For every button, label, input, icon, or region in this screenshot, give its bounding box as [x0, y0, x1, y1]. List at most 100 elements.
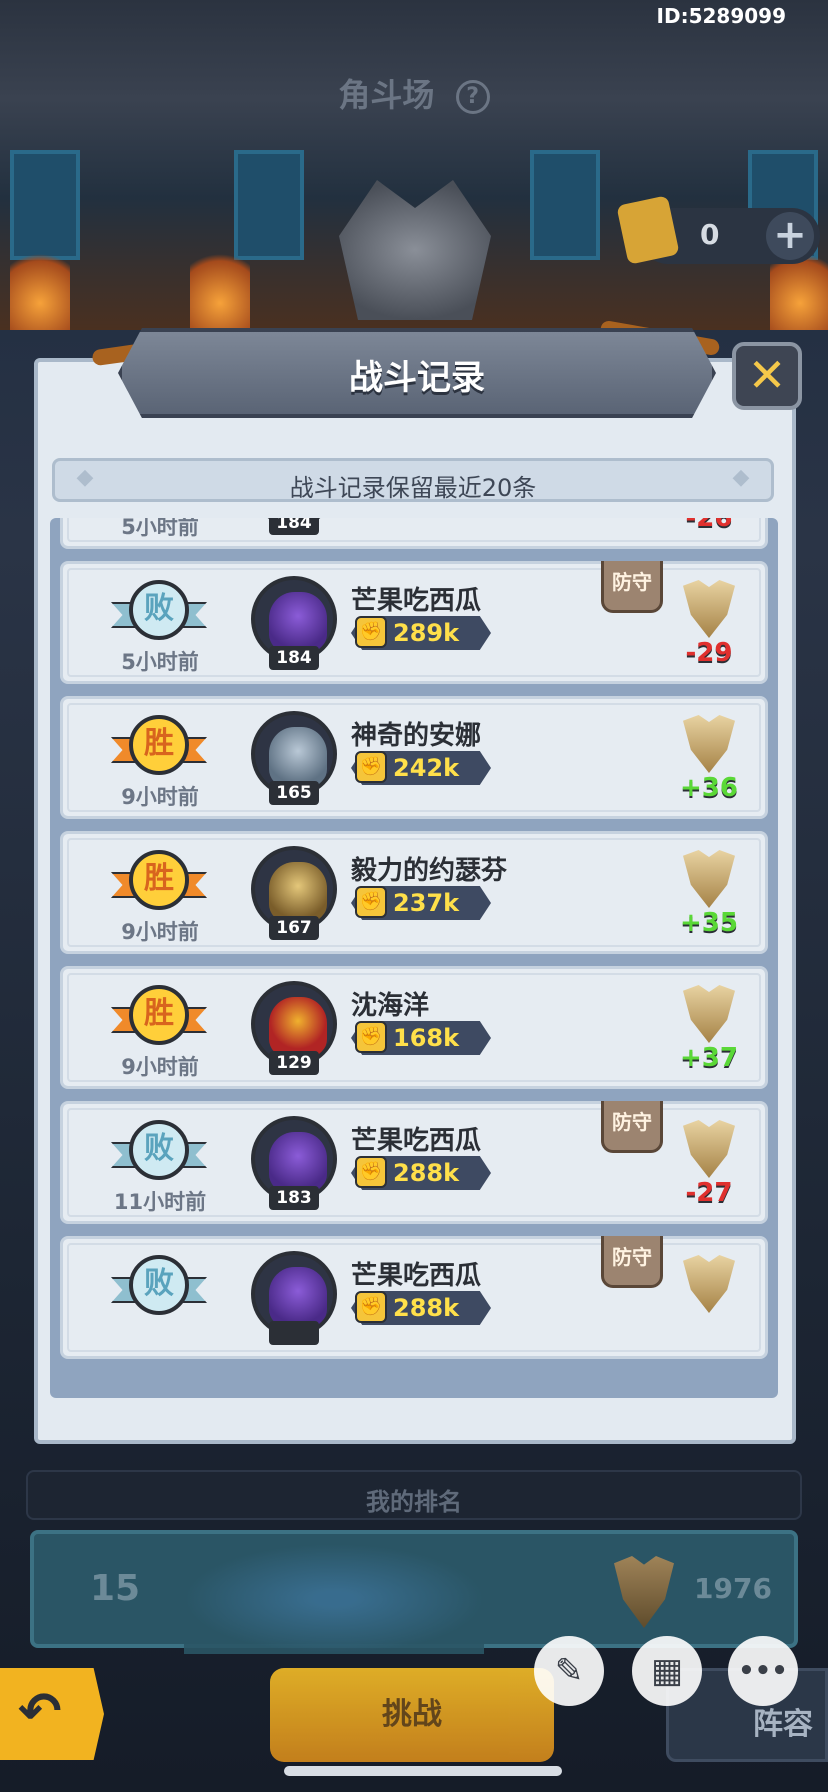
result-win-badge-icon: 胜 — [111, 985, 207, 1051]
opponent-level: 183 — [269, 1186, 319, 1210]
opponent-name: 芒果吃西瓜 — [351, 1126, 482, 1156]
opponent-power: 288k — [393, 1294, 460, 1322]
score-change: +36 — [680, 773, 738, 803]
help-icon[interactable]: ? — [455, 80, 490, 114]
hero-portrait-icon — [269, 1132, 327, 1192]
opponent-name: 神奇的安娜 — [351, 721, 482, 751]
trophy-icon — [614, 1556, 674, 1628]
my-rank-card: 15 1976 — [30, 1530, 798, 1654]
opponent-name: 芒果吃西瓜 — [351, 586, 482, 616]
home-indicator[interactable] — [284, 1766, 562, 1776]
result-label: 胜 — [129, 850, 189, 910]
result-win-badge-icon: 胜 — [111, 850, 207, 916]
my-rank-label: 我的排名 — [366, 1488, 462, 1516]
back-arrow-icon: ↶ — [18, 1682, 62, 1742]
my-rank-score: 1976 — [694, 1572, 772, 1605]
my-avatar-obscured — [184, 1544, 484, 1654]
edit-pencil-icon[interactable]: ✎ — [534, 1636, 604, 1706]
challenge-label: 挑战 — [382, 1697, 442, 1732]
battle-record-list-inner: 败5小时前184芒果吃西瓜✊289k-26败5小时前184芒果吃西瓜✊289k防… — [50, 518, 778, 1371]
score-change: -29 — [685, 638, 733, 668]
close-icon: ✕ — [747, 348, 787, 402]
fist-power-icon: ✊ — [355, 616, 387, 648]
arena-title: 角斗场 ? — [0, 70, 828, 116]
battle-time: 9小时前 — [121, 1055, 199, 1079]
defense-tag: 防守 — [601, 1101, 663, 1153]
opponent-level: 184 — [269, 518, 319, 535]
opponent-level: 167 — [269, 916, 319, 940]
grid-apps-icon[interactable]: ▦ — [632, 1636, 702, 1706]
back-button[interactable]: ↶ — [0, 1668, 104, 1760]
score-change: -26 — [685, 518, 733, 533]
fist-power-icon: ✊ — [355, 1156, 387, 1188]
fist-power-icon: ✊ — [355, 1291, 387, 1323]
result-label: 败 — [129, 1120, 189, 1180]
player-id: ID:5289099 — [656, 4, 786, 28]
opponent-power: 242k — [393, 754, 460, 782]
opponent-level: 129 — [269, 1051, 319, 1075]
add-ticket-button[interactable]: + — [766, 212, 814, 260]
trophy-icon — [683, 1255, 735, 1313]
battle-record-row[interactable]: 胜 9小时前 165 神奇的安娜 ✊ 242k +36 — [60, 696, 768, 819]
record-retention-note: 战斗记录保留最近20条 — [289, 474, 537, 502]
result-label: 败 — [129, 580, 189, 640]
opponent-level — [269, 1321, 319, 1345]
fist-power-icon: ✊ — [355, 1021, 387, 1053]
fist-power-icon: ✊ — [355, 751, 387, 783]
hero-portrait-icon — [269, 727, 327, 787]
dialog-title: 战斗记录 — [349, 358, 485, 398]
opponent-name: 毅力的约瑟芬 — [351, 856, 508, 886]
result-lose-badge-icon: 败 — [111, 1120, 207, 1186]
battle-time: 9小时前 — [121, 785, 199, 809]
opponent-name: 沈海洋 — [351, 991, 430, 1021]
opponent-power: 237k — [393, 889, 460, 917]
subtitle-bar: ◆ ◆ 战斗记录保留最近20条 — [52, 458, 774, 502]
challenge-button[interactable]: 挑战 — [270, 1668, 554, 1762]
my-rank-number: 15 — [90, 1568, 141, 1609]
score-change: +37 — [680, 1043, 738, 1073]
result-lose-badge-icon: 败 — [111, 580, 207, 646]
score-change: -27 — [685, 1178, 733, 1208]
battle-record-row[interactable]: 胜 9小时前 167 毅力的约瑟芬 ✊ 237k +35 — [60, 831, 768, 954]
defense-tag: 防守 — [601, 1236, 663, 1288]
trophy-icon — [683, 715, 735, 773]
opponent-name: 芒果吃西瓜 — [351, 1261, 482, 1291]
trophy-icon — [683, 850, 735, 908]
torch-left — [10, 240, 70, 330]
hero-portrait-icon — [269, 1267, 327, 1327]
opponent-level: 165 — [269, 781, 319, 805]
arena-title-text: 角斗场 — [338, 76, 435, 114]
torch-mid-left — [190, 240, 250, 330]
result-label: 胜 — [129, 715, 189, 775]
score-change: +35 — [680, 908, 738, 938]
fist-power-icon: ✊ — [355, 886, 387, 918]
more-options-icon[interactable]: ••• — [728, 1636, 798, 1706]
hero-portrait-icon — [269, 862, 327, 922]
banner-mid-right — [530, 150, 600, 260]
hero-portrait-icon — [269, 997, 327, 1057]
battle-record-row[interactable]: 胜 9小时前 129 沈海洋 ✊ 168k +37 — [60, 966, 768, 1089]
battle-record-row[interactable]: 败5小时前184芒果吃西瓜✊289k-26 — [60, 518, 768, 549]
battle-time: 5小时前 — [121, 518, 199, 539]
battle-record-row[interactable]: 败 11小时前 183 芒果吃西瓜 ✊ 288k 防守 -27 — [60, 1101, 768, 1224]
opponent-level: 184 — [269, 646, 319, 670]
battle-time: 9小时前 — [121, 920, 199, 944]
opponent-power: 288k — [393, 1159, 460, 1187]
battle-time: 11小时前 — [113, 1190, 207, 1214]
opponent-power: 168k — [393, 1024, 460, 1052]
result-win-badge-icon: 胜 — [111, 715, 207, 781]
battle-record-row[interactable]: 败 芒果吃西瓜 ✊ 288k 防守 — [60, 1236, 768, 1359]
hero-portrait-icon — [269, 592, 327, 652]
defense-tag: 防守 — [601, 561, 663, 613]
close-button[interactable]: ✕ — [732, 342, 802, 410]
battle-record-row[interactable]: 败 5小时前 184 芒果吃西瓜 ✊ 289k 防守 -29 — [60, 561, 768, 684]
battle-record-list[interactable]: 败5小时前184芒果吃西瓜✊289k-26败5小时前184芒果吃西瓜✊289k防… — [50, 518, 778, 1398]
opponent-power: 289k — [393, 619, 460, 647]
result-lose-badge-icon: 败 — [111, 1255, 207, 1321]
result-label: 败 — [129, 1255, 189, 1315]
trophy-icon — [683, 985, 735, 1043]
ticket-counter: 0 + — [616, 195, 820, 265]
trophy-icon — [683, 1120, 735, 1178]
my-rank-header: 我的排名 — [26, 1470, 802, 1520]
battle-time: 5小时前 — [121, 650, 199, 674]
